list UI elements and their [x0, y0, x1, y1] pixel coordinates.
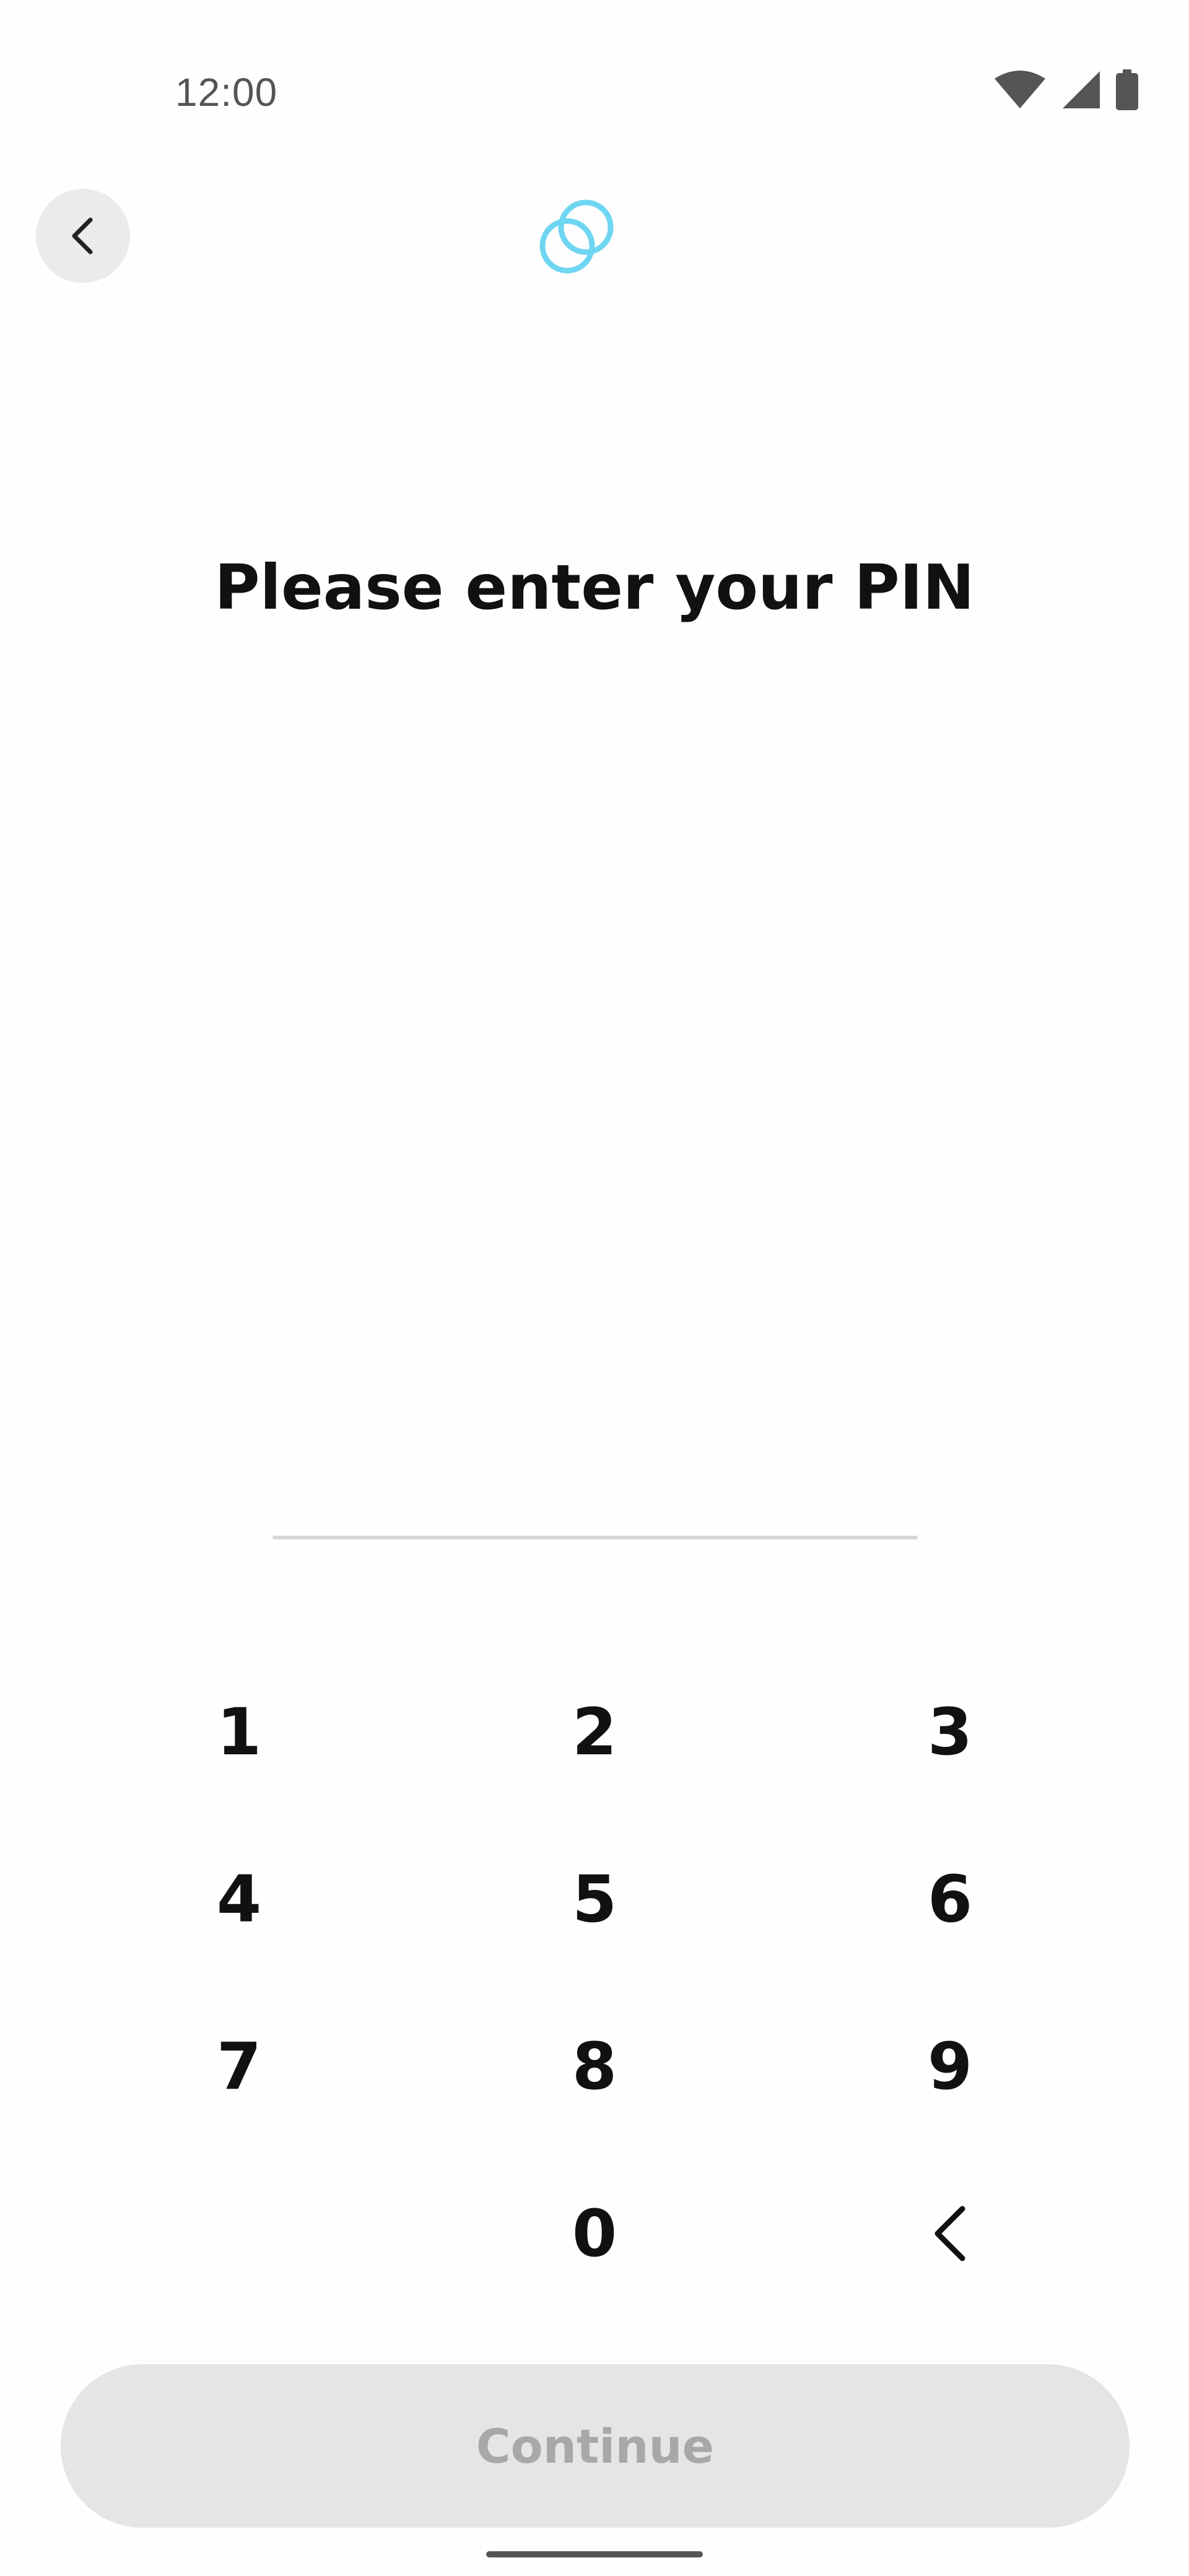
key-1[interactable]: 1: [115, 1648, 363, 1816]
chevron-left-icon: [72, 217, 93, 255]
gemini-logo-icon: [539, 199, 614, 274]
key-9[interactable]: 9: [826, 1983, 1074, 2150]
key-0[interactable]: 0: [471, 2150, 718, 2317]
battery-icon: [1116, 69, 1138, 110]
back-button[interactable]: [36, 189, 130, 283]
key-8[interactable]: 8: [471, 1983, 718, 2150]
backspace-chevron-icon: [934, 2206, 965, 2261]
status-bar: 12:00: [0, 0, 1189, 136]
wifi-icon: [995, 71, 1045, 108]
page-title: Please enter your PIN: [214, 551, 975, 624]
status-time: 12:00: [175, 70, 278, 115]
pin-entry-field[interactable]: [272, 1536, 918, 1539]
key-6[interactable]: 6: [826, 1816, 1074, 1983]
key-4[interactable]: 4: [115, 1816, 363, 1983]
key-7[interactable]: 7: [115, 1983, 363, 2150]
key-2[interactable]: 2: [471, 1648, 718, 1816]
key-3[interactable]: 3: [826, 1648, 1074, 1816]
key-5[interactable]: 5: [471, 1816, 718, 1983]
backspace-key[interactable]: [826, 2150, 1074, 2317]
cell-signal-icon: [1063, 71, 1100, 108]
home-indicator[interactable]: [486, 2551, 703, 2557]
continue-button[interactable]: Continue: [61, 2364, 1130, 2528]
status-icons: [993, 69, 1139, 110]
